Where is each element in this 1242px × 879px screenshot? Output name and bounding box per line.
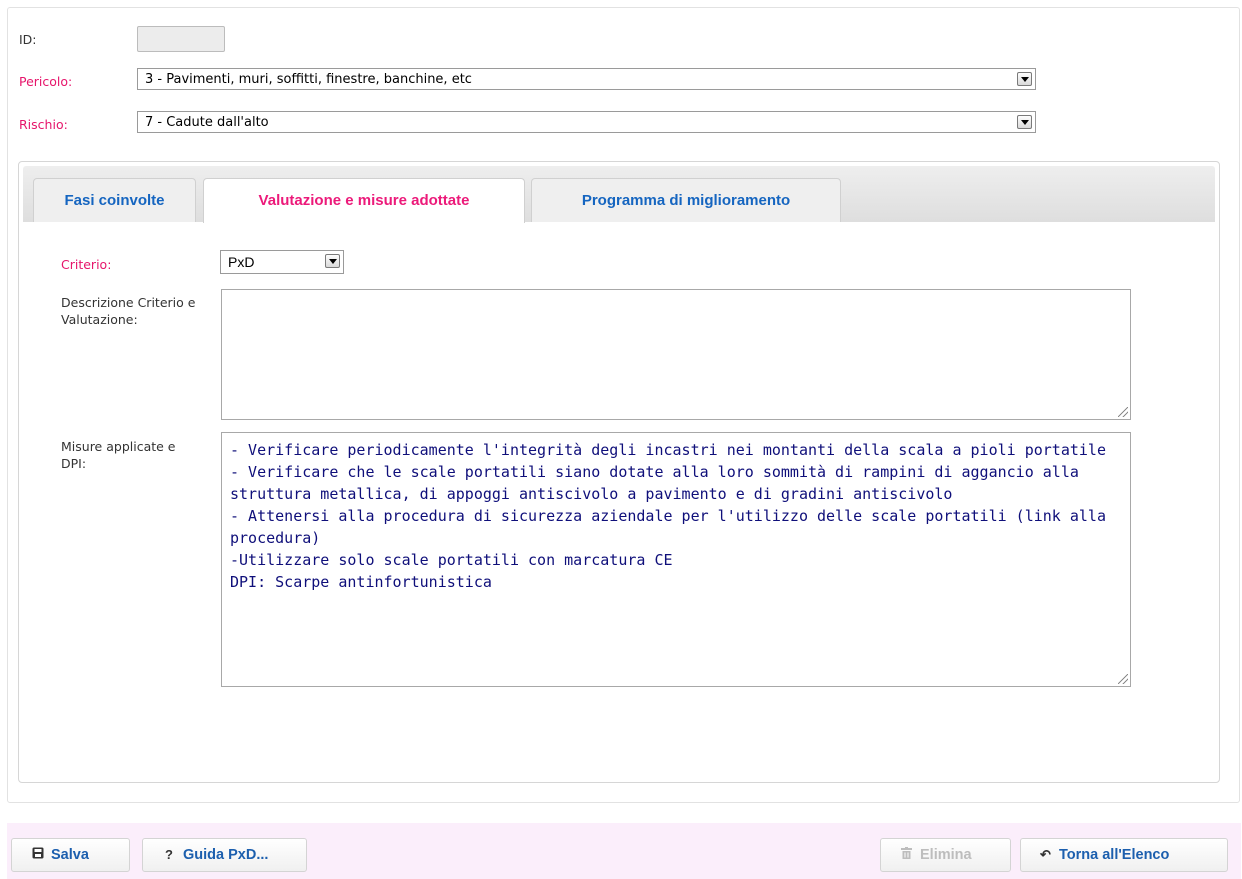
delete-label: Elimina <box>920 847 972 863</box>
trash-icon <box>901 847 912 862</box>
pericolo-label: Pericolo: <box>19 74 73 89</box>
id-field <box>137 26 225 52</box>
rischio-label: Rischio: <box>19 117 68 132</box>
misure-textarea[interactable]: - Verificare periodicamente l'integrità … <box>221 432 1131 687</box>
tab-label: Programma di miglioramento <box>581 192 791 209</box>
chevron-down-icon[interactable] <box>325 254 340 268</box>
rischio-value: 7 - Cadute dall'alto <box>145 115 269 130</box>
descrizione-textarea[interactable] <box>221 289 1131 420</box>
action-toolbar: Salva ? Guida PxD... Elimina ↶ Torna all… <box>7 823 1241 879</box>
tab-valutazione[interactable]: Valutazione e misure adottate <box>203 178 525 223</box>
guide-label: Guida PxD... <box>183 847 269 863</box>
back-to-list-button[interactable]: ↶ Torna all'Elenco <box>1020 838 1228 872</box>
misure-text: - Verificare periodicamente l'integrità … <box>230 441 1106 591</box>
rischio-select[interactable]: 7 - Cadute dall'alto <box>137 111 1036 133</box>
guide-button[interactable]: ? Guida PxD... <box>142 838 307 872</box>
delete-button[interactable]: Elimina <box>880 838 1011 872</box>
save-icon <box>32 847 44 862</box>
save-button[interactable]: Salva <box>11 838 130 872</box>
tab-bar: Fasi coinvolte Valutazione e misure adot… <box>23 166 1215 223</box>
resize-grip-icon[interactable] <box>1118 674 1128 684</box>
back-label: Torna all'Elenco <box>1059 847 1170 863</box>
id-label: ID: <box>19 32 37 47</box>
pericolo-value: 3 - Pavimenti, muri, soffitti, finestre,… <box>145 72 472 87</box>
criterio-value: PxD <box>228 254 255 270</box>
tab-label: Valutazione e misure adottate <box>258 192 470 209</box>
pericolo-select[interactable]: 3 - Pavimenti, muri, soffitti, finestre,… <box>137 68 1036 90</box>
criterio-label: Criterio: <box>61 257 112 272</box>
tab-label: Fasi coinvolte <box>64 192 165 209</box>
help-icon: ? <box>165 847 173 862</box>
chevron-down-icon[interactable] <box>1017 115 1032 129</box>
misure-label: Misure applicate e DPI: <box>61 439 176 471</box>
criterio-select[interactable]: PxD <box>220 250 344 274</box>
back-arrow-icon: ↶ <box>1040 847 1051 862</box>
chevron-down-icon[interactable] <box>1017 72 1032 86</box>
tab-panel: Fasi coinvolte Valutazione e misure adot… <box>18 161 1220 783</box>
tab-fasi-coinvolte[interactable]: Fasi coinvolte <box>33 178 196 222</box>
save-label: Salva <box>51 847 89 863</box>
resize-grip-icon[interactable] <box>1118 407 1128 417</box>
tab-programma[interactable]: Programma di miglioramento <box>531 178 841 222</box>
descrizione-label: Descrizione Criterio e Valutazione: <box>61 295 196 327</box>
